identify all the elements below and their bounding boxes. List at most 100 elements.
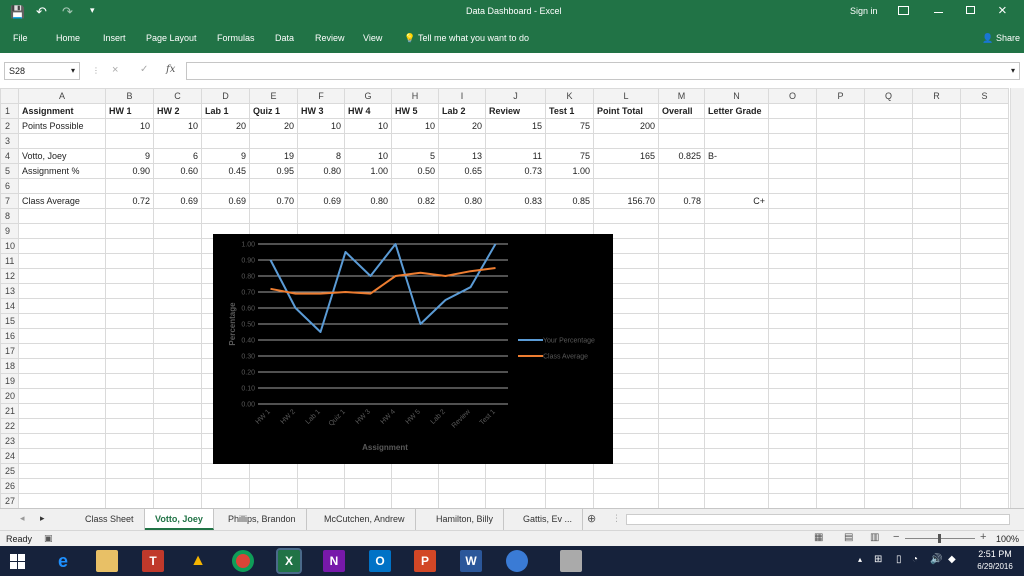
cell-n3[interactable] (704, 133, 770, 149)
cell-n19[interactable] (704, 373, 770, 389)
cell-a12[interactable] (18, 268, 107, 284)
cell-s11[interactable] (960, 253, 1010, 269)
cell-f1[interactable]: HW 3 (297, 103, 346, 119)
cell-r1[interactable] (912, 103, 962, 119)
chevron-down-icon[interactable]: ▾ (71, 66, 75, 75)
cell-l8[interactable] (593, 208, 660, 224)
cell-q11[interactable] (864, 253, 914, 269)
row-header[interactable]: 25 (0, 463, 20, 479)
cell-a5[interactable]: Assignment % (18, 163, 107, 179)
cell-a7[interactable]: Class Average (18, 193, 107, 209)
cell-e26[interactable] (249, 478, 299, 494)
cell-a9[interactable] (18, 223, 107, 239)
cell-l3[interactable] (593, 133, 660, 149)
cell-o9[interactable] (768, 223, 818, 239)
cell-a15[interactable] (18, 313, 107, 329)
cell-q16[interactable] (864, 328, 914, 344)
cell-l5[interactable] (593, 163, 660, 179)
row-header[interactable]: 9 (0, 223, 20, 239)
cell-d26[interactable] (201, 478, 251, 494)
cell-o4[interactable] (768, 148, 818, 164)
cell-q8[interactable] (864, 208, 914, 224)
internet-explorer-icon[interactable]: e (52, 550, 74, 572)
row-header[interactable]: 17 (0, 343, 20, 359)
cell-e6[interactable] (249, 178, 299, 194)
row-header[interactable]: 21 (0, 403, 20, 419)
cell-m20[interactable] (658, 388, 706, 404)
cell-h7[interactable]: 0.82 (391, 193, 440, 209)
cell-n1[interactable]: Letter Grade (704, 103, 770, 119)
cell-s3[interactable] (960, 133, 1010, 149)
cell-q20[interactable] (864, 388, 914, 404)
cell-r15[interactable] (912, 313, 962, 329)
cell-s23[interactable] (960, 433, 1010, 449)
cell-p8[interactable] (816, 208, 866, 224)
cell-r5[interactable] (912, 163, 962, 179)
cell-h3[interactable] (391, 133, 440, 149)
cell-k7[interactable]: 0.85 (545, 193, 595, 209)
cell-s16[interactable] (960, 328, 1010, 344)
cell-o25[interactable] (768, 463, 818, 479)
cell-g5[interactable]: 1.00 (344, 163, 393, 179)
cell-o16[interactable] (768, 328, 818, 344)
cell-n16[interactable] (704, 328, 770, 344)
cell-o19[interactable] (768, 373, 818, 389)
cell-a3[interactable] (18, 133, 107, 149)
cell-o18[interactable] (768, 358, 818, 374)
cell-r3[interactable] (912, 133, 962, 149)
cell-o8[interactable] (768, 208, 818, 224)
cell-m15[interactable] (658, 313, 706, 329)
cell-q19[interactable] (864, 373, 914, 389)
cell-p11[interactable] (816, 253, 866, 269)
cell-s25[interactable] (960, 463, 1010, 479)
cell-q10[interactable] (864, 238, 914, 254)
cell-m11[interactable] (658, 253, 706, 269)
cell-o22[interactable] (768, 418, 818, 434)
cell-k4[interactable]: 75 (545, 148, 595, 164)
cell-m6[interactable] (658, 178, 706, 194)
cell-r13[interactable] (912, 283, 962, 299)
cell-n9[interactable] (704, 223, 770, 239)
normal-view-icon[interactable]: ▦ (814, 532, 823, 543)
column-header-h[interactable]: H (391, 88, 440, 104)
cell-f3[interactable] (297, 133, 346, 149)
cell-p15[interactable] (816, 313, 866, 329)
cell-a4[interactable]: Votto, Joey (18, 148, 107, 164)
cell-a20[interactable] (18, 388, 107, 404)
column-header-b[interactable]: B (105, 88, 155, 104)
row-header[interactable]: 6 (0, 178, 20, 194)
row-header[interactable]: 14 (0, 298, 20, 314)
t-app-icon[interactable]: T (142, 550, 164, 572)
cell-o21[interactable] (768, 403, 818, 419)
word-icon[interactable]: W (460, 550, 482, 572)
row-header[interactable]: 22 (0, 418, 20, 434)
cell-i26[interactable] (438, 478, 487, 494)
cell-b9[interactable] (105, 223, 155, 239)
cell-q7[interactable] (864, 193, 914, 209)
cell-r24[interactable] (912, 448, 962, 464)
row-header[interactable]: 12 (0, 268, 20, 284)
cell-c4[interactable]: 6 (153, 148, 203, 164)
cell-o2[interactable] (768, 118, 818, 134)
cell-j25[interactable] (485, 463, 547, 479)
column-header-m[interactable]: M (658, 88, 706, 104)
cell-n10[interactable] (704, 238, 770, 254)
cell-h8[interactable] (391, 208, 440, 224)
cell-n15[interactable] (704, 313, 770, 329)
cell-j26[interactable] (485, 478, 547, 494)
cell-b18[interactable] (105, 358, 155, 374)
cell-o13[interactable] (768, 283, 818, 299)
cell-h5[interactable]: 0.50 (391, 163, 440, 179)
cell-q1[interactable] (864, 103, 914, 119)
cell-k25[interactable] (545, 463, 595, 479)
cell-d8[interactable] (201, 208, 251, 224)
cell-r11[interactable] (912, 253, 962, 269)
sheet-tab-hamilton-billy[interactable]: Hamilton, Billy (426, 509, 505, 530)
cell-b16[interactable] (105, 328, 155, 344)
cell-k6[interactable] (545, 178, 595, 194)
close-icon[interactable]: × (998, 2, 1007, 19)
cell-k26[interactable] (545, 478, 595, 494)
wifi-icon[interactable]: ◔ (912, 554, 918, 565)
cell-k27[interactable] (545, 493, 595, 508)
cell-a2[interactable]: Points Possible (18, 118, 107, 134)
